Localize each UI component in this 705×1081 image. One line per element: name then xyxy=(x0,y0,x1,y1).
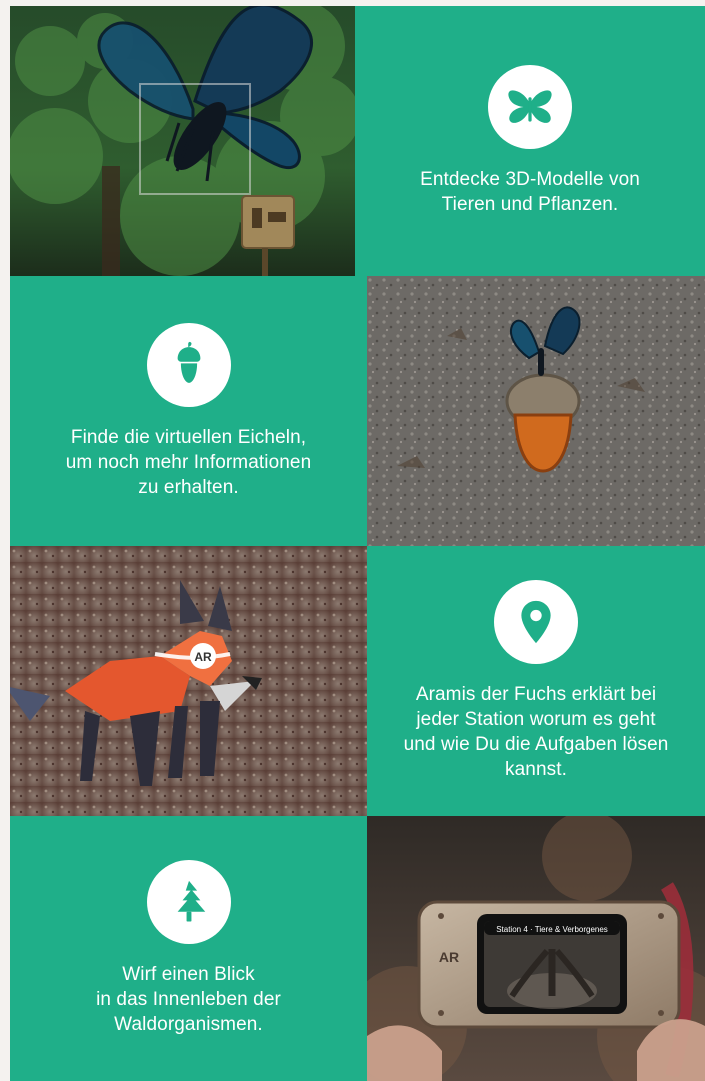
tile-butterfly-photo xyxy=(10,6,355,276)
caption-line: um noch mehr Informationen xyxy=(65,451,312,473)
feature-grid: Entdecke 3D-Modelle von Tieren und Pflan… xyxy=(10,6,705,1081)
device-hands-photo: Station 4 · Tiere & Verborgenes AR xyxy=(367,816,705,1081)
caption-line: Wirf einen Blick xyxy=(122,964,255,985)
device-screen-title: Station 4 · Tiere & Verborgenes xyxy=(496,925,608,934)
caption-line: in das Innenleben der xyxy=(96,989,281,1010)
butterfly-icon xyxy=(488,65,572,149)
caption-line: Aramis der Fuchs erklärt bei xyxy=(415,684,657,705)
caption-line: Finde die virtuellen Eicheln, xyxy=(70,426,307,448)
tile-inner-life: Wirf einen Blick in das Innenleben der W… xyxy=(10,816,367,1081)
device-logo-text: AR xyxy=(439,949,459,965)
caption-acorns: Finde die virtuellen Eicheln, um noch me… xyxy=(44,425,334,500)
acorn-icon xyxy=(146,322,231,407)
fox-ar-photo: AR xyxy=(10,546,367,816)
tree-icon xyxy=(146,860,231,944)
ar-badge-text: AR xyxy=(194,650,212,664)
butterfly-forest-photo xyxy=(10,6,355,276)
tile-3d-models: Entdecke 3D-Modelle von Tieren und Pflan… xyxy=(355,6,705,276)
caption-3d-models: Entdecke 3D-Modelle von Tieren und Pflan… xyxy=(398,167,662,217)
caption-line: kannst. xyxy=(505,759,567,780)
caption-line: Entdecke 3D-Modelle von xyxy=(420,169,640,190)
caption-station-explanation: Aramis der Fuchs erklärt bei jeder Stati… xyxy=(382,682,691,782)
caption-line: zu erhalten. xyxy=(138,476,239,498)
map-pin-icon xyxy=(494,580,578,664)
acorn-butterfly-ground-photo xyxy=(367,276,705,546)
tile-fox-photo: AR xyxy=(10,546,367,816)
tile-acorn-ground-photo xyxy=(367,276,705,546)
caption-line: Waldorganismen. xyxy=(114,1014,263,1035)
caption-line: jeder Station worum es geht xyxy=(416,709,656,730)
caption-inner-life: Wirf einen Blick in das Innenleben der W… xyxy=(74,962,303,1037)
caption-line: und wie Du die Aufgaben lösen xyxy=(403,734,669,755)
caption-line: Tieren und Pflanzen. xyxy=(441,194,619,215)
tile-acorns: Finde die virtuellen Eicheln, um noch me… xyxy=(10,276,367,546)
tile-station-explanation: Aramis der Fuchs erklärt bei jeder Stati… xyxy=(367,546,705,816)
tile-device-photo: Station 4 · Tiere & Verborgenes AR xyxy=(367,816,705,1081)
